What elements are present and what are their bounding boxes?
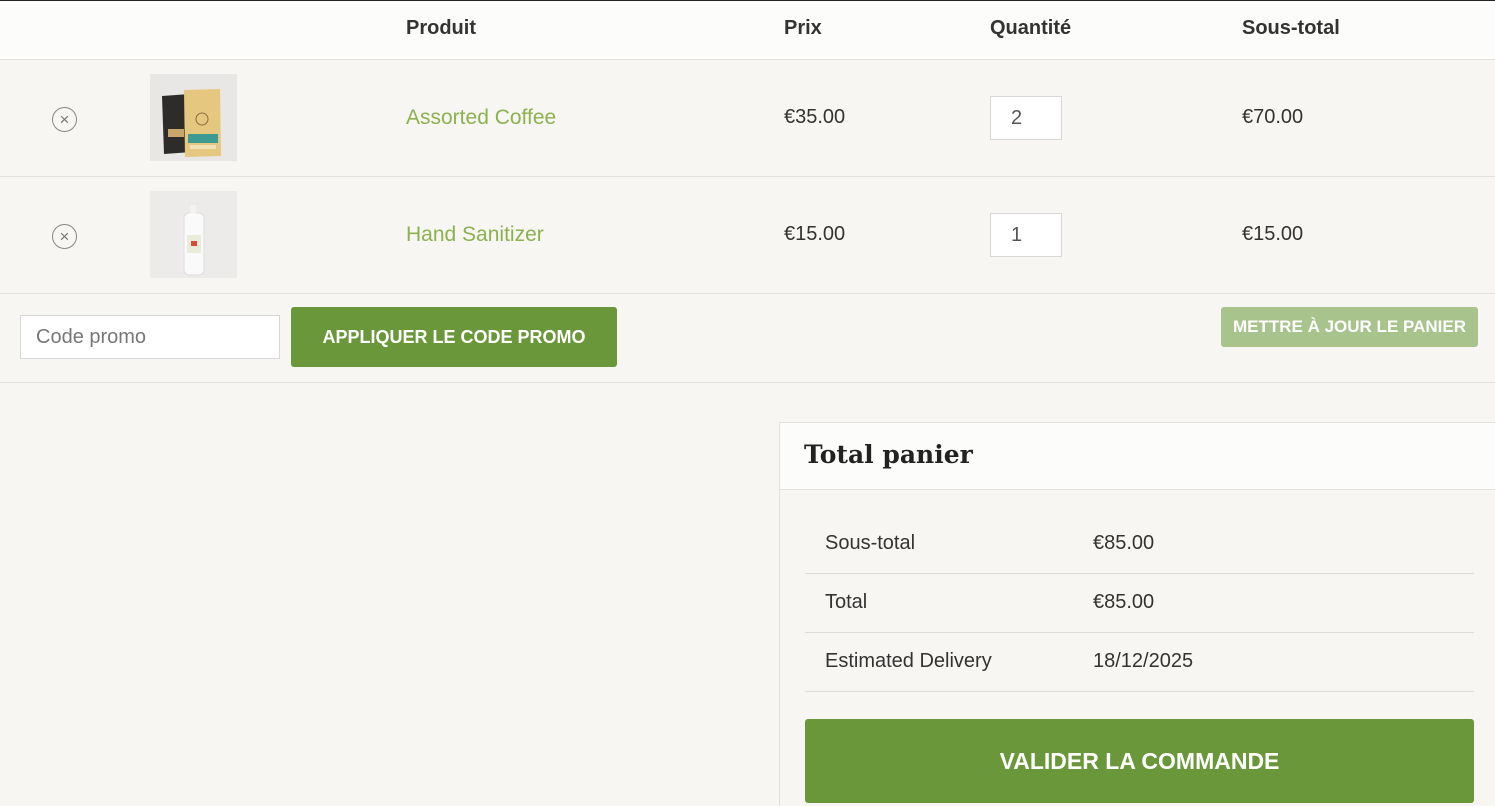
cart-row: × Hand Sanitizer €15.00 €15.00: [0, 177, 1495, 294]
product-link[interactable]: Hand Sanitizer: [406, 223, 544, 247]
quantity-input[interactable]: [990, 96, 1062, 140]
column-header-product: Produit: [406, 17, 476, 39]
product-subtotal: €70.00: [1242, 106, 1304, 128]
product-price: €35.00: [784, 106, 846, 128]
totals-value: €85.00: [1093, 532, 1155, 554]
product-link[interactable]: Assorted Coffee: [406, 106, 556, 130]
totals-value: €85.00: [1093, 591, 1155, 613]
cart-totals-header: Total panier: [780, 423, 1495, 490]
circle-x-icon[interactable]: ×: [52, 224, 77, 249]
sanitizer-bottle-thumbnail[interactable]: [150, 191, 237, 278]
checkout-button[interactable]: VALIDER LA COMMANDE: [805, 719, 1474, 803]
product-subtotal: €15.00: [1242, 223, 1304, 245]
totals-label: Total: [825, 591, 868, 613]
cart-totals: Total panier Sous-total €85.00 Total €85…: [779, 422, 1495, 806]
totals-row-delivery: Estimated Delivery 18/12/2025: [805, 633, 1474, 692]
coupon-code-input[interactable]: [20, 315, 280, 359]
totals-label: Sous-total: [825, 532, 916, 554]
cart-page: Produit Prix Quantité Sous-total × Assor…: [0, 0, 1495, 806]
circle-x-icon[interactable]: ×: [52, 107, 77, 132]
column-header-price: Prix: [784, 17, 822, 39]
cart-actions: APPLIQUER LE CODE PROMO METTRE À JOUR LE…: [0, 293, 1495, 383]
coffee-bags-thumbnail[interactable]: [150, 74, 237, 161]
column-header-quantity: Quantité: [990, 17, 1072, 39]
totals-value: 18/12/2025: [1093, 650, 1194, 672]
cart-table-header: Produit Prix Quantité Sous-total: [0, 1, 1495, 60]
cart-row: × Assorted Coffee €35.00 €70.00: [0, 60, 1495, 177]
totals-table: Sous-total €85.00 Total €85.00 Estimated…: [805, 515, 1474, 692]
totals-row-total: Total €85.00: [805, 574, 1474, 633]
totals-label: Estimated Delivery: [825, 650, 992, 672]
cart-totals-title: Total panier: [804, 440, 973, 469]
quantity-input[interactable]: [990, 213, 1062, 257]
product-price: €15.00: [784, 223, 846, 245]
apply-coupon-button[interactable]: APPLIQUER LE CODE PROMO: [291, 307, 617, 367]
column-header-subtotal: Sous-total: [1242, 17, 1340, 39]
totals-row-subtotal: Sous-total €85.00: [805, 515, 1474, 574]
update-cart-button[interactable]: METTRE À JOUR LE PANIER: [1221, 307, 1478, 347]
